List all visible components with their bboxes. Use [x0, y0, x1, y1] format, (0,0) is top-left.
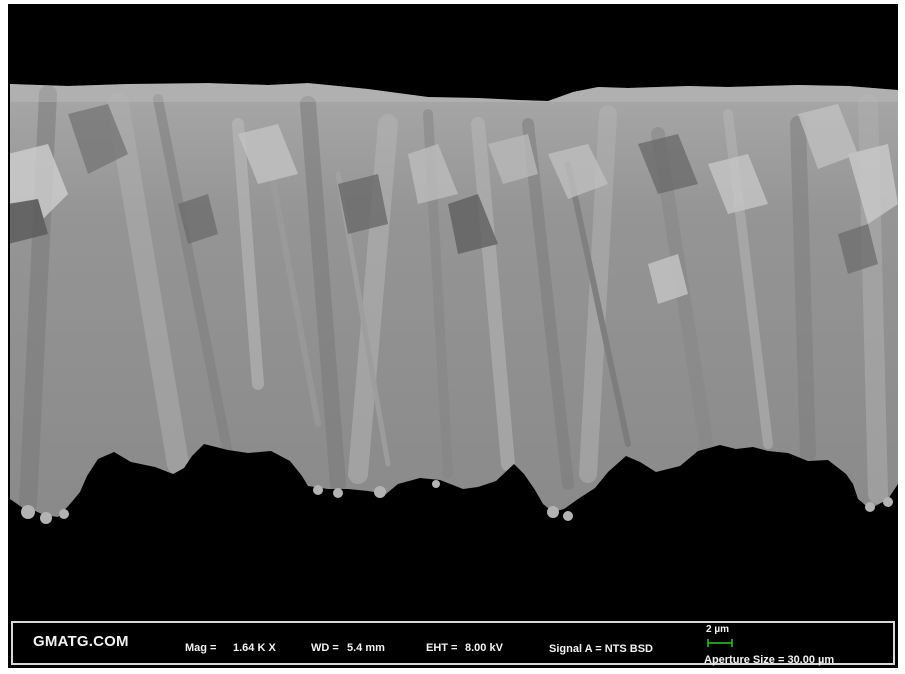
working-distance-value: 5.4 mm	[347, 642, 385, 654]
eht-label: EHT =	[426, 642, 458, 654]
magnification-label: Mag =	[185, 642, 217, 654]
scale-bar-label: 2 µm	[706, 624, 729, 635]
sem-micrograph	[8, 4, 898, 618]
signal-label: Signal A = NTS BSD	[549, 643, 654, 655]
eht-value: 8.00 kV	[465, 642, 503, 654]
data-bar-border: GMATG.COM Mag = 1.64 K X WD = 5.4 mm EHT…	[11, 621, 895, 666]
deposit-cross-section	[8, 4, 898, 618]
sem-data-bar: GMATG.COM Mag = 1.64 K X WD = 5.4 mm EHT…	[8, 618, 898, 668]
aperture-size-label: Aperture Size = 30.00 µm	[704, 654, 835, 666]
sem-image-frame: GMATG.COM Mag = 1.64 K X WD = 5.4 mm EHT…	[8, 4, 898, 668]
magnification-value: 1.64 K X	[233, 642, 276, 654]
scale-bar	[707, 639, 733, 647]
brand-label: GMATG.COM	[33, 633, 129, 650]
working-distance-label: WD =	[311, 642, 339, 654]
